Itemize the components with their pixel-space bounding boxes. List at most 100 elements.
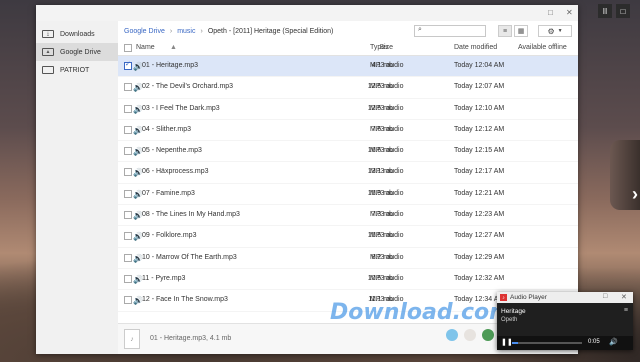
select-all-checkbox[interactable] — [124, 44, 132, 52]
file-type: MP3 audio — [370, 147, 404, 155]
chevron-down-icon: ▼ — [557, 28, 563, 34]
search-input[interactable]: ⌕ — [414, 25, 486, 37]
table-header: Name ▲ Size Types Date modified Availabl… — [118, 41, 578, 56]
file-name: 12 - Face In The Snow.mp3 — [142, 296, 228, 304]
search-icon: ⌕ — [418, 26, 422, 33]
player-maximize-button[interactable]: □ — [603, 293, 607, 300]
table-row[interactable]: 🔊 07 - Famine.mp3 15.9 mb MP3 audio Today 12… — [118, 184, 578, 206]
column-header-type[interactable]: Types — [370, 44, 389, 51]
audio-player-titlebar: ♪ Audio Player □ ✕ — [497, 292, 633, 303]
row-checkbox[interactable] — [124, 189, 132, 198]
audio-player-title: Audio Player — [510, 294, 547, 301]
file-date: Today 12:23 AM — [454, 211, 505, 219]
breadcrumb: Google Drive › music › Opeth - [2011] He… — [118, 28, 333, 35]
sidebar-item-patriot[interactable]: PATRIOT — [36, 61, 118, 79]
file-type: MP3 audio — [370, 189, 404, 197]
table-row[interactable]: 🔊01 - Heritage.mp34.1 mbMP3 audioToday 1… — [118, 56, 578, 78]
row-checkbox[interactable] — [124, 125, 132, 134]
row-checkbox[interactable] — [124, 104, 132, 113]
breadcrumb-google-drive[interactable]: Google Drive — [124, 28, 165, 35]
gear-icon: ⚙ — [547, 26, 555, 36]
file-date: Today 12:04 AM — [454, 62, 505, 69]
player-close-button[interactable]: ✕ — [621, 293, 627, 301]
table-row[interactable]: 🔊 03 - I Feel The Dark.mp3 12.5 mb MP3 audi… — [118, 99, 578, 120]
breadcrumb-music[interactable]: music — [177, 28, 195, 35]
close-button[interactable]: ✕ — [566, 8, 573, 17]
file-date: Today 12:07 AM — [454, 83, 505, 91]
settings-menu-button[interactable]: ⚙ ▼ — [538, 25, 572, 37]
file-date: Today 12:17 AM — [454, 168, 505, 176]
volume-icon[interactable]: 🔊 — [609, 338, 618, 346]
row-checkbox[interactable] — [124, 296, 132, 305]
file-date: Today 12:15 AM — [454, 147, 505, 155]
file-name: 04 - Slither.mp3 — [142, 125, 192, 133]
row-checkbox[interactable] — [124, 253, 132, 262]
file-type: MP3 audio — [370, 253, 404, 261]
file-name: 05 - Nepenthe.mp3 — [142, 147, 202, 155]
breadcrumb-current-folder: Opeth - [2011] Heritage (Special Edition… — [207, 27, 334, 35]
pause-button[interactable]: ❚❚ — [501, 338, 513, 346]
window-titlebar: □ ✕ — [36, 5, 578, 21]
track-artist: Opeth — [501, 317, 518, 323]
file-type: MP3 audio — [370, 168, 404, 176]
sidebar-item-downloads[interactable]: ⤓ Downloads — [36, 25, 118, 43]
table-row[interactable]: 🔊 02 - The Devil's Orchard.mp3 12.5 mb MP3 … — [118, 77, 578, 99]
row-checkbox[interactable] — [124, 274, 132, 283]
grid-view-button[interactable]: ▦ — [514, 25, 528, 37]
seek-progress — [512, 342, 518, 344]
seek-slider[interactable] — [512, 342, 582, 344]
maximize-button[interactable]: □ — [548, 8, 553, 17]
table-row[interactable]: 🔊 11 - Pyre.mp3 10.5 mb MP3 audio Today 12:3… — [118, 269, 578, 291]
sidebar-item-google-drive[interactable]: ▲ Google Drive — [36, 43, 118, 61]
file-type: MP3 audio — [370, 83, 404, 91]
pause-slideshow-button[interactable]: II — [598, 4, 612, 18]
file-name: 01 - Heritage.mp3 — [142, 62, 199, 69]
file-type: MP3 audio — [370, 211, 404, 219]
table-row[interactable]: 🔊 04 - Slither.mp3 7.6 mb MP3 audio Today 12… — [118, 120, 578, 142]
file-name: 11 - Pyre.mp3 — [142, 274, 186, 282]
file-list: 🔊01 - Heritage.mp34.1 mbMP3 audioToday 1… — [118, 56, 578, 312]
table-row[interactable]: 🔊 05 - Nepenthe.mp3 16.6 mb MP3 audio Today … — [118, 141, 578, 163]
file-date: Today 12:32 AM — [454, 274, 505, 282]
desktop-top-controls: II □ — [598, 4, 630, 18]
audio-player-icon: ♪ — [500, 294, 507, 301]
shelf-dot — [464, 329, 476, 341]
file-name: 02 - The Devil's Orchard.mp3 — [142, 83, 234, 91]
file-type: MP3 audio — [370, 62, 404, 69]
list-view-button[interactable]: ≡ — [498, 25, 512, 37]
toolbar: Google Drive › music › Opeth - [2011] He… — [118, 21, 578, 41]
download-icon: ⤓ — [42, 30, 54, 38]
window-toggle-button[interactable]: □ — [616, 4, 630, 18]
playlist-menu-icon[interactable]: ≡ — [624, 307, 628, 314]
usb-drive-icon — [42, 66, 54, 74]
table-row[interactable]: 🔊 10 - Marrow Of The Earth.mp3 8.2 mb MP3 a… — [118, 248, 578, 269]
row-checkbox[interactable] — [124, 211, 132, 220]
row-checkbox[interactable] — [124, 232, 132, 241]
drive-icon: ▲ — [42, 48, 54, 56]
breadcrumb-separator: › — [200, 27, 203, 35]
file-name: 07 - Famine.mp3 — [142, 189, 195, 197]
next-arrow-icon[interactable]: › — [632, 184, 638, 205]
file-date: Today 12:27 AM — [454, 232, 505, 240]
table-row[interactable]: 🔊 08 - The Lines In My Hand.mp3 7.3 mb MP3 … — [118, 205, 578, 227]
table-row[interactable]: 🔊 09 - Folklore.mp3 15.5 mb MP3 audio Today … — [118, 226, 578, 248]
column-header-offline[interactable]: Available offline — [518, 44, 567, 51]
file-date: Today 12:10 AM — [454, 104, 505, 112]
column-header-name[interactable]: Name — [136, 44, 155, 51]
file-name: 03 - I Feel The Dark.mp3 — [142, 104, 220, 112]
shelf-dot — [482, 329, 494, 341]
file-date: Today 12:21 AM — [454, 189, 505, 197]
playback-time: 0:05 — [588, 339, 600, 345]
row-checkbox[interactable] — [124, 83, 132, 92]
selection-summary: 01 - Heritage.mp3, 4.1 mb — [150, 335, 232, 342]
file-name: 10 - Marrow Of The Earth.mp3 — [142, 253, 237, 261]
file-type: MP3 audio — [370, 232, 404, 240]
player-controls: ❚❚ 0:05 🔊 — [497, 336, 633, 350]
column-header-date[interactable]: Date modified — [454, 44, 497, 51]
row-checkbox[interactable] — [124, 60, 132, 70]
table-row[interactable]: 🔊 06 - Häxprocess.mp3 13.1 mb MP3 audio Toda… — [118, 162, 578, 184]
grid-view-icon: ▦ — [517, 28, 525, 35]
row-checkbox[interactable] — [124, 147, 132, 156]
row-checkbox[interactable] — [124, 168, 132, 177]
file-thumbnail-icon: ♪ — [124, 329, 140, 349]
